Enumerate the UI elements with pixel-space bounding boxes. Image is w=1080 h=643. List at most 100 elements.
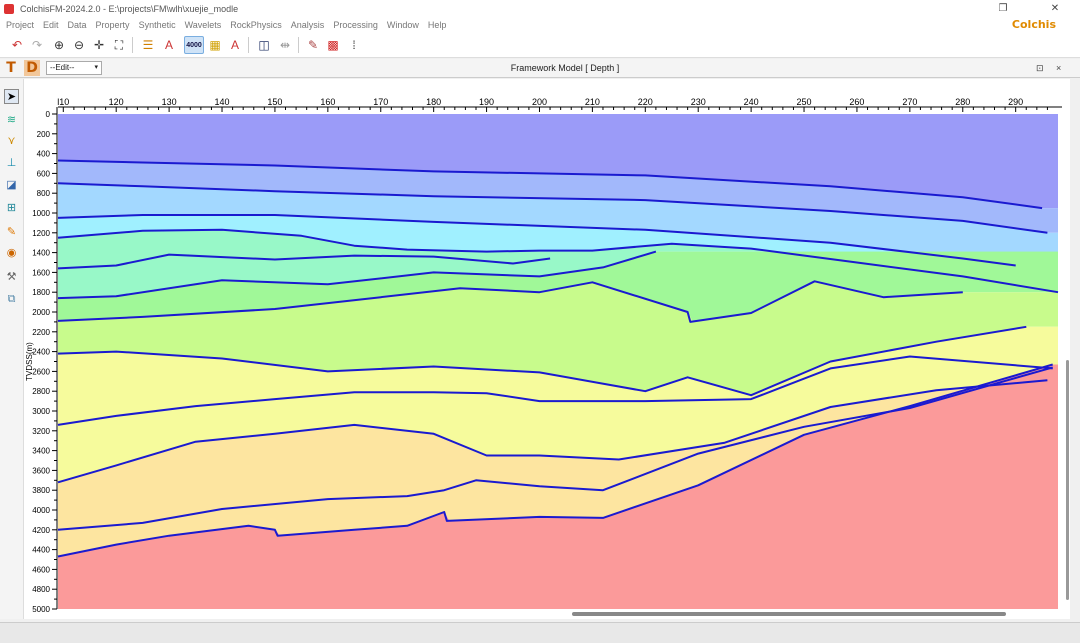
y-tick-label: 3200 (32, 427, 50, 436)
faults-icon[interactable]: ⋎ (4, 133, 19, 148)
text-attr-icon[interactable]: A (226, 36, 244, 54)
left-toolbar: ➤ ≋ ⋎ ⊥ ◪ ⊞ ✎ ◉ ⚒ ⧉ (0, 79, 24, 619)
y-tick-label: 2200 (32, 328, 50, 337)
undo-icon[interactable]: ↶ (8, 36, 26, 54)
y-tick-label: 2600 (32, 367, 50, 376)
heatmap-icon[interactable]: ▩ (324, 36, 342, 54)
grid-icon[interactable]: ⊞ (4, 200, 19, 215)
zoom-in-icon[interactable]: ⊕ (50, 36, 68, 54)
y-tick-label: 3800 (32, 486, 50, 495)
menu-help[interactable]: Help (428, 20, 447, 30)
y-tick-label: 5000 (32, 605, 50, 614)
menu-project[interactable]: Project (6, 20, 34, 30)
y-tick-label: 600 (37, 169, 51, 178)
app-logo-icon (4, 3, 14, 14)
menu-window[interactable]: Window (387, 20, 419, 30)
y-tick-label: 3600 (32, 466, 50, 475)
depth-convert-icon[interactable]: 4000 (184, 36, 204, 54)
title-bar: ColchisFM-2024.2.0 - E:\projects\FM\wlh\… (0, 0, 1080, 17)
status-bar (0, 622, 1080, 643)
y-tick-label: 4000 (32, 506, 50, 515)
x-tick-label: 260 (849, 97, 864, 107)
restore-icon[interactable]: ❐ (988, 0, 1018, 17)
menu-data[interactable]: Data (68, 20, 87, 30)
view-header: T D --Edit-- ▾ Framework Model [ Depth ]… (0, 59, 1080, 78)
main-toolbar: ↶ ↷ ⊕ ⊖ ✛ ⛶ ☰ A 4000 ▦ A ◫ ⇹ ✎ ▩ ⁞ (0, 33, 1080, 58)
x-tick-label: 280 (955, 97, 970, 107)
fit-view-icon[interactable]: ⛶ (110, 36, 128, 54)
y-tick-label: 1000 (32, 209, 50, 218)
menu-synthetic[interactable]: Synthetic (139, 20, 176, 30)
compare-view-icon[interactable]: ⇹ (276, 36, 294, 54)
framework-model-chart[interactable]: l10 120 130 140 150 160 170 180 190 200 210 220 230 2… (24, 79, 1070, 619)
toolbar-separator (298, 37, 299, 53)
y-axis-label: TVDSS(m) (25, 342, 34, 381)
pan-icon[interactable]: ✛ (90, 36, 108, 54)
horizons-icon[interactable]: ≋ (4, 112, 19, 127)
x-tick-label: 140 (215, 97, 230, 107)
menu-edit[interactable]: Edit (43, 20, 59, 30)
tool-icon[interactable]: ⚒ (4, 269, 19, 284)
vertical-scrollbar[interactable] (1066, 360, 1069, 600)
horizontal-scrollbar[interactable] (572, 612, 1006, 616)
y-tick-label: 4600 (32, 565, 50, 574)
y-tick-label: 3400 (32, 447, 50, 456)
menu-rockphysics[interactable]: RockPhysics (230, 20, 282, 30)
x-tick-label: 160 (320, 97, 335, 107)
x-tick-label: 250 (797, 97, 812, 107)
x-tick-label: 240 (744, 97, 759, 107)
y-tick-label: 1600 (32, 268, 50, 277)
y-tick-label: 2400 (32, 348, 50, 357)
stack-icon[interactable]: ⧉ (4, 292, 19, 307)
y-tick-label: 400 (37, 150, 51, 159)
bucket-icon[interactable]: ◉ (4, 245, 19, 260)
pin-icon[interactable]: ⊡ (1036, 59, 1044, 78)
y-tick-label: 4200 (32, 526, 50, 535)
y-tick-label: 4400 (32, 546, 50, 555)
grid-1d-icon[interactable]: ⁞ (345, 36, 363, 54)
horizon-attr-icon[interactable]: A (160, 36, 178, 54)
x-tick-label: 290 (1008, 97, 1023, 107)
split-view-icon[interactable]: ◫ (255, 36, 273, 54)
x-tick-label: 180 (426, 97, 441, 107)
well-icon[interactable]: ⊥ (4, 155, 19, 170)
y-tick-label: 1200 (32, 229, 50, 238)
pointer-icon[interactable]: ➤ (4, 89, 19, 104)
layer-icon[interactable]: ◪ (4, 177, 19, 192)
toolbar-separator (132, 37, 133, 53)
x-tick-label: 170 (373, 97, 388, 107)
y-tick-label: 2800 (32, 387, 50, 396)
menu-bar: Project Edit Data Property Synthetic Wav… (0, 17, 1080, 33)
chart-svg[interactable]: l10 120 130 140 150 160 170 180 190 200 210 220 230 2… (24, 79, 1070, 619)
zoom-out-icon[interactable]: ⊖ (70, 36, 88, 54)
y-tick-label: 200 (37, 130, 51, 139)
velocity-icon[interactable]: ✎ (304, 36, 322, 54)
x-tick-label: 220 (638, 97, 653, 107)
color-grid-icon[interactable]: ▦ (206, 36, 224, 54)
view-title: Framework Model [ Depth ] (510, 63, 620, 73)
x-tick-label: 120 (109, 97, 124, 107)
menu-wavelets[interactable]: Wavelets (185, 20, 222, 30)
y-tick-label: 1400 (32, 249, 50, 258)
x-tick-label: 150 (267, 97, 282, 107)
x-tick-label: 200 (532, 97, 547, 107)
y-tick-label: 0 (46, 110, 51, 119)
x-tick-label: l10 (57, 97, 69, 107)
close-view-icon[interactable]: × (1056, 59, 1061, 78)
x-tick-label: 190 (479, 97, 494, 107)
x-tick-label: 270 (902, 97, 917, 107)
close-icon[interactable]: ✕ (1040, 0, 1070, 17)
y-tick-label: 1800 (32, 288, 50, 297)
depth-label: 4000 (186, 41, 202, 49)
y-tick-label: 4800 (32, 585, 50, 594)
menu-processing[interactable]: Processing (333, 20, 378, 30)
menu-analysis[interactable]: Analysis (291, 20, 325, 30)
redo-icon[interactable]: ↷ (28, 36, 46, 54)
y-tick-label: 3000 (32, 407, 50, 416)
y-tick-label: 2000 (32, 308, 50, 317)
toolbar-separator (248, 37, 249, 53)
pencil-icon[interactable]: ✎ (4, 224, 19, 239)
menu-property[interactable]: Property (96, 20, 130, 30)
x-tick-label: 230 (691, 97, 706, 107)
horizon-list-icon[interactable]: ☰ (139, 36, 157, 54)
